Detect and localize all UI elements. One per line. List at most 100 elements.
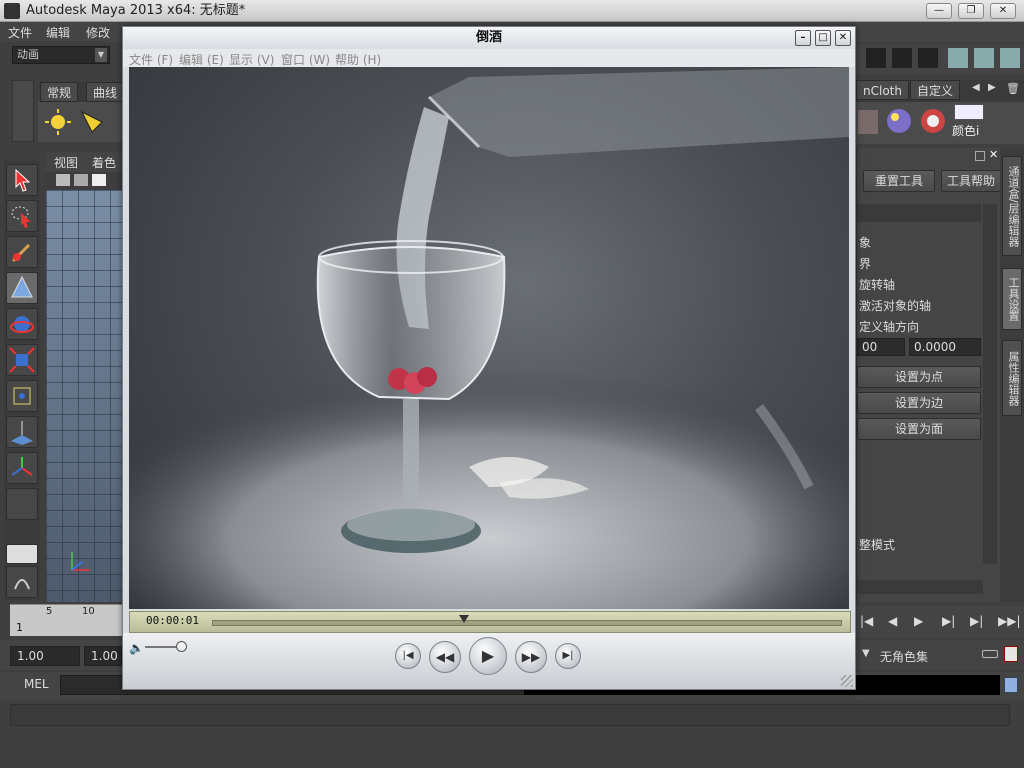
- maximize-button[interactable]: ❐: [958, 3, 984, 19]
- shelf-tool-icon[interactable]: [858, 110, 878, 134]
- spot-light-icon[interactable]: [78, 108, 106, 136]
- render-settings-icon[interactable]: [918, 48, 938, 68]
- reset-tool-button[interactable]: 重置工具: [863, 170, 935, 192]
- play-forward-icon[interactable]: ▶: [914, 614, 923, 628]
- anim-prefs-icon[interactable]: [1004, 646, 1018, 662]
- axis-field-2[interactable]: 0.0000: [909, 338, 981, 356]
- option-custom-axis[interactable]: 定义轴方向: [859, 318, 919, 335]
- shelf-scroll-right-icon[interactable]: ▶: [988, 82, 996, 93]
- viewport-menu-view[interactable]: 视图: [54, 154, 78, 171]
- close-button[interactable]: ✕: [990, 3, 1016, 19]
- minimize-button[interactable]: —: [926, 3, 952, 19]
- maya-toolbox-logo-icon[interactable]: [6, 566, 38, 598]
- tab-channel-box[interactable]: 通道盒/层编辑器: [1002, 156, 1022, 256]
- player-close-button[interactable]: ✕: [835, 30, 851, 46]
- light-icon[interactable]: [44, 108, 72, 136]
- option-rotation-axis[interactable]: 旋转轴: [859, 276, 895, 293]
- rotate-tool-button[interactable]: [6, 308, 38, 340]
- player-menu-view[interactable]: 显示 (V): [229, 51, 274, 68]
- fast-forward-button[interactable]: ▶▶: [515, 641, 547, 673]
- move-tool-button[interactable]: [6, 272, 38, 304]
- player-minimize-button[interactable]: –: [795, 30, 811, 46]
- shader-ball-icon[interactable]: [884, 106, 914, 136]
- camera-attr-icon[interactable]: [74, 174, 88, 186]
- option-active-object-axis[interactable]: 激活对象的轴: [859, 297, 931, 314]
- camera-icon[interactable]: [56, 174, 70, 186]
- seek-bar[interactable]: 00:00:01: [129, 611, 851, 633]
- resize-grip[interactable]: [841, 675, 853, 687]
- tab-attribute-editor[interactable]: 属性编辑器: [1002, 340, 1022, 416]
- character-set-label[interactable]: 无角色集: [880, 648, 928, 665]
- step-forward-key-icon[interactable]: ▶|: [942, 614, 955, 628]
- set-to-edge-button[interactable]: 设置为边: [857, 392, 981, 414]
- step-back-key-icon[interactable]: |◀: [860, 614, 873, 628]
- volume-knob[interactable]: [176, 641, 187, 652]
- volume-icon[interactable]: 🔈: [129, 641, 144, 655]
- set-to-face-button[interactable]: 设置为面: [857, 418, 981, 440]
- set-to-point-button[interactable]: 设置为点: [857, 366, 981, 388]
- shelf-tab-ncloth[interactable]: nCloth: [856, 80, 909, 100]
- trash-icon[interactable]: 🗑: [1006, 82, 1020, 95]
- player-menu-help[interactable]: 帮助 (H): [335, 51, 381, 68]
- perspective-viewport[interactable]: [46, 190, 122, 602]
- color-swatch-icon[interactable]: [954, 104, 984, 120]
- menu-edit[interactable]: 编辑: [46, 24, 70, 41]
- render-icon[interactable]: [866, 48, 886, 68]
- playback-start-field[interactable]: 1.00: [84, 646, 122, 666]
- shelf-tab-general[interactable]: 常规: [40, 82, 79, 102]
- skip-back-button[interactable]: |◀: [395, 643, 421, 669]
- player-maximize-button[interactable]: □: [815, 30, 831, 46]
- script-editor-icon[interactable]: [1004, 677, 1018, 693]
- soft-mod-button[interactable]: [6, 416, 38, 448]
- go-to-end-icon[interactable]: ▶▶|: [998, 614, 1021, 628]
- horizontal-scrollbar[interactable]: [857, 580, 983, 594]
- shelf-scroll-left-icon[interactable]: ◀: [972, 82, 980, 93]
- step-forward-frame-icon[interactable]: ▶|: [970, 614, 983, 628]
- universal-manipulator-button[interactable]: [6, 380, 38, 412]
- float-panel-icon[interactable]: [975, 151, 985, 161]
- mode-select[interactable]: 动画 ▼: [12, 46, 110, 64]
- player-menu-file[interactable]: 文件 (F): [129, 51, 173, 68]
- skip-forward-button[interactable]: ▶|: [555, 643, 581, 669]
- shelf-tab-curves[interactable]: 曲线: [86, 82, 125, 102]
- option-object[interactable]: 象: [859, 234, 871, 251]
- shelf-handle[interactable]: [12, 80, 34, 142]
- rewind-button[interactable]: ◀◀: [429, 641, 461, 673]
- time-slider[interactable]: 5 10 1: [10, 604, 122, 636]
- rewind-icon: ◀◀: [435, 650, 455, 664]
- play-button[interactable]: ▶: [469, 637, 507, 675]
- option-world[interactable]: 界: [859, 255, 871, 272]
- seek-thumb[interactable]: [459, 615, 470, 623]
- character-set-dropdown-icon[interactable]: ▼: [862, 648, 870, 659]
- bookmark-icon[interactable]: [92, 174, 106, 186]
- tool-help-button[interactable]: 工具帮助: [941, 170, 1001, 192]
- viewport-menu-shading[interactable]: 着色: [92, 154, 116, 171]
- paint-effects-icon[interactable]: [918, 106, 948, 136]
- select-tool-button[interactable]: [6, 164, 38, 196]
- toggle-attribute-editor-icon[interactable]: [948, 48, 968, 68]
- lasso-tool-button[interactable]: [6, 200, 38, 232]
- menu-modify[interactable]: 修改: [86, 24, 110, 41]
- axis-field-1[interactable]: 00: [857, 338, 905, 356]
- video-frame[interactable]: [129, 67, 849, 609]
- toggle-channel-box-icon[interactable]: [1000, 48, 1020, 68]
- option-adjust-mode[interactable]: 整模式: [859, 536, 895, 553]
- key-icon[interactable]: [982, 650, 998, 658]
- layout-icon[interactable]: [6, 544, 38, 564]
- last-tool-button[interactable]: [6, 488, 38, 520]
- shelf-tab-custom[interactable]: 自定义: [910, 80, 961, 100]
- step-back-frame-icon[interactable]: ◀: [888, 614, 897, 628]
- paint-tool-button[interactable]: [6, 236, 38, 268]
- show-manipulator-button[interactable]: [6, 452, 38, 484]
- toggle-tool-settings-icon[interactable]: [974, 48, 994, 68]
- start-time-field[interactable]: 1.00: [10, 646, 80, 666]
- close-panel-icon[interactable]: ✕: [989, 148, 998, 161]
- panel-scrollbar[interactable]: [983, 204, 997, 564]
- scale-tool-button[interactable]: [6, 344, 38, 376]
- seek-track[interactable]: [212, 615, 842, 626]
- player-menu-edit[interactable]: 编辑 (E): [179, 51, 224, 68]
- player-menu-window[interactable]: 窗口 (W): [281, 51, 330, 68]
- tab-tool-settings[interactable]: 工具设置: [1002, 268, 1022, 330]
- ipr-render-icon[interactable]: [892, 48, 912, 68]
- menu-file[interactable]: 文件: [8, 24, 32, 41]
